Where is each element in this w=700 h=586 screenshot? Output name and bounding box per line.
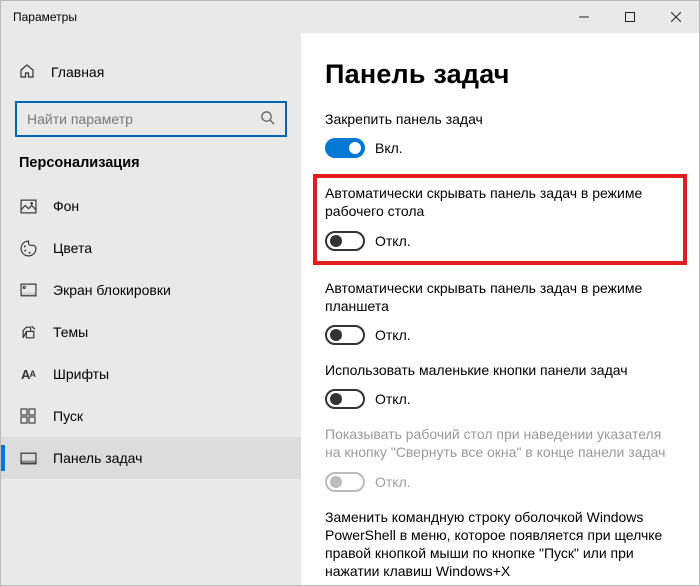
maximize-button[interactable]: [607, 1, 653, 33]
themes-icon: [19, 323, 37, 341]
search-icon: [260, 110, 275, 128]
toggle-state: Откл.: [375, 327, 411, 343]
setting-label: Заменить командную строку оболочкой Wind…: [325, 508, 679, 581]
setting-label: Автоматически скрывать панель задач в ре…: [325, 279, 679, 315]
window-title: Параметры: [13, 10, 561, 24]
sidebar-item-colors[interactable]: Цвета: [1, 227, 301, 269]
setting-peek-desktop: Показывать рабочий стол при наведении ук…: [325, 425, 679, 491]
sidebar-home[interactable]: Главная: [1, 51, 301, 93]
sidebar: Главная Персонализация Фон Цвета Экран б…: [1, 33, 301, 585]
toggle-autohide-tablet[interactable]: [325, 325, 365, 345]
setting-label: Автоматически скрывать панель задач в ре…: [325, 184, 675, 220]
main-panel: Панель задач Закрепить панель задач Вкл.…: [301, 33, 699, 585]
picture-icon: [19, 197, 37, 215]
toggle-state: Вкл.: [375, 140, 403, 156]
setting-lock-taskbar: Закрепить панель задач Вкл.: [325, 110, 679, 158]
sidebar-item-start[interactable]: Пуск: [1, 395, 301, 437]
setting-label: Показывать рабочий стол при наведении ук…: [325, 425, 679, 461]
setting-small-buttons: Использовать маленькие кнопки панели зад…: [325, 361, 679, 409]
taskbar-icon: [19, 449, 37, 467]
sidebar-home-label: Главная: [51, 64, 104, 80]
sidebar-item-taskbar[interactable]: Панель задач: [1, 437, 301, 479]
sidebar-item-themes[interactable]: Темы: [1, 311, 301, 353]
lockscreen-icon: [19, 281, 37, 299]
sidebar-item-label: Цвета: [53, 240, 92, 256]
search-input[interactable]: [27, 111, 260, 127]
minimize-button[interactable]: [561, 1, 607, 33]
setting-autohide-tablet: Автоматически скрывать панель задач в ре…: [325, 279, 679, 345]
toggle-small-buttons[interactable]: [325, 389, 365, 409]
toggle-lock-taskbar[interactable]: [325, 138, 365, 158]
toggle-peek-desktop: [325, 472, 365, 492]
toggle-autohide-desktop[interactable]: [325, 231, 365, 251]
setting-label: Использовать маленькие кнопки панели зад…: [325, 361, 679, 379]
sidebar-item-label: Пуск: [53, 408, 83, 424]
sidebar-item-label: Панель задач: [53, 450, 142, 466]
toggle-state: Откл.: [375, 474, 411, 490]
sidebar-item-label: Шрифты: [53, 366, 109, 382]
titlebar: Параметры: [1, 1, 699, 33]
home-icon: [19, 63, 35, 82]
toggle-state: Откл.: [375, 391, 411, 407]
sidebar-item-background[interactable]: Фон: [1, 185, 301, 227]
sidebar-item-fonts[interactable]: AA Шрифты: [1, 353, 301, 395]
sidebar-item-lockscreen[interactable]: Экран блокировки: [1, 269, 301, 311]
fonts-icon: AA: [19, 365, 37, 383]
search-box[interactable]: [15, 101, 287, 137]
highlight-box: Автоматически скрывать панель задач в ре…: [313, 174, 687, 264]
setting-autohide-desktop: Автоматически скрывать панель задач в ре…: [325, 184, 675, 250]
setting-powershell: Заменить командную строку оболочкой Wind…: [325, 508, 679, 581]
start-icon: [19, 407, 37, 425]
sidebar-category: Персонализация: [1, 155, 301, 185]
window-controls: [561, 1, 699, 33]
sidebar-item-label: Экран блокировки: [53, 282, 171, 298]
sidebar-item-label: Фон: [53, 198, 79, 214]
close-button[interactable]: [653, 1, 699, 33]
toggle-state: Откл.: [375, 233, 411, 249]
sidebar-item-label: Темы: [53, 324, 88, 340]
palette-icon: [19, 239, 37, 257]
page-title: Панель задач: [325, 59, 679, 90]
setting-label: Закрепить панель задач: [325, 110, 679, 128]
